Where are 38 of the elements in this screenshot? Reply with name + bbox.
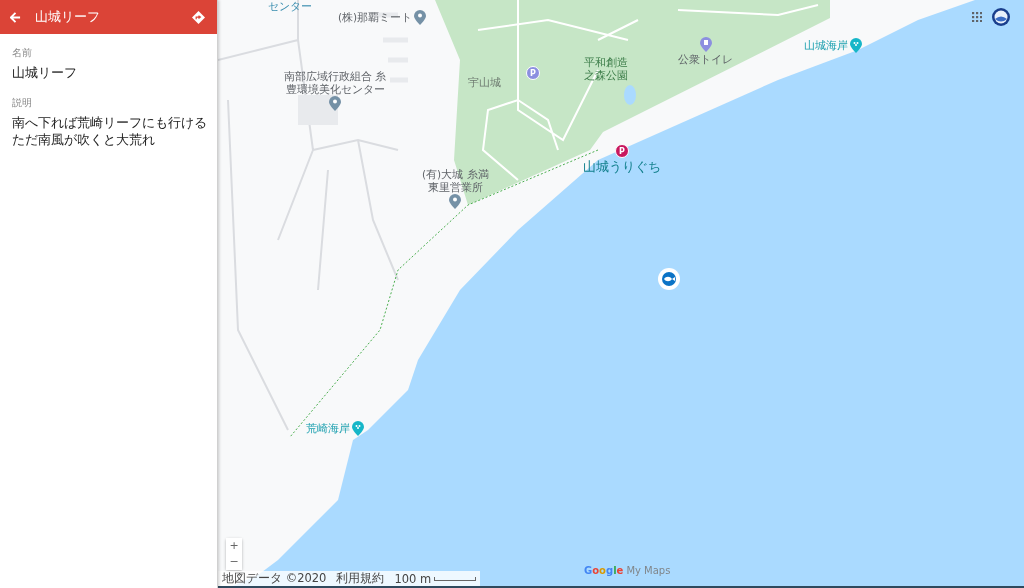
terms-link[interactable]: 利用規約	[336, 571, 385, 586]
field-value: ただ南風が吹くと大荒れ	[12, 131, 156, 149]
zoom-out-button[interactable]: −	[226, 554, 242, 570]
scale-bar	[434, 576, 477, 581]
place-label[interactable]: 山城海岸	[804, 39, 848, 52]
avatar-icon[interactable]	[992, 8, 1010, 26]
beach-pin-icon[interactable]	[352, 421, 364, 436]
place-label[interactable]: 之森公園	[584, 68, 628, 82]
sidebar-title: 山城リーフ	[35, 8, 101, 26]
place-label[interactable]: センター	[268, 0, 312, 13]
place-label[interactable]: 山城うりぐち	[583, 159, 661, 174]
map-pin-icon[interactable]	[414, 10, 427, 25]
toilet-pin-icon[interactable]	[699, 37, 712, 52]
google-my-maps-logo: Google My Maps	[584, 565, 671, 576]
apps-grid-icon[interactable]	[972, 12, 982, 22]
map-data-text: 地図データ ©2020	[222, 571, 327, 586]
field-label: 説明	[12, 95, 33, 110]
place-label[interactable]: 宇山城	[468, 76, 501, 89]
field-value: 山城リーフ	[12, 64, 78, 82]
place-label[interactable]: 南部広域行政組合 糸	[284, 70, 387, 83]
place-label[interactable]: 公衆トイレ	[678, 53, 733, 66]
place-label[interactable]: 平和創造	[584, 56, 628, 69]
fish-marker-icon[interactable]	[658, 268, 680, 290]
map-pin-icon[interactable]	[329, 96, 342, 112]
zoom-in-button[interactable]: +	[226, 538, 242, 554]
place-label[interactable]: 荒崎海岸	[306, 422, 350, 435]
map-pin-icon[interactable]	[449, 194, 462, 210]
place-label[interactable]: (株)那覇ミート	[338, 11, 413, 24]
field-label: 名前	[12, 46, 33, 60]
beach-pin-icon[interactable]	[850, 38, 862, 53]
scale-text: 100 m	[394, 571, 432, 586]
place-label[interactable]: 東里営業所	[427, 180, 483, 194]
back-icon[interactable]	[10, 11, 21, 23]
place-label[interactable]: (有)大城 糸満	[422, 168, 489, 181]
directions-icon[interactable]	[192, 10, 205, 24]
place-label[interactable]: 豊環境美化センター	[285, 82, 385, 96]
field-value: 南へ下れば荒崎リーフにも行ける	[12, 113, 205, 131]
parking-icon[interactable]: P	[615, 144, 629, 158]
